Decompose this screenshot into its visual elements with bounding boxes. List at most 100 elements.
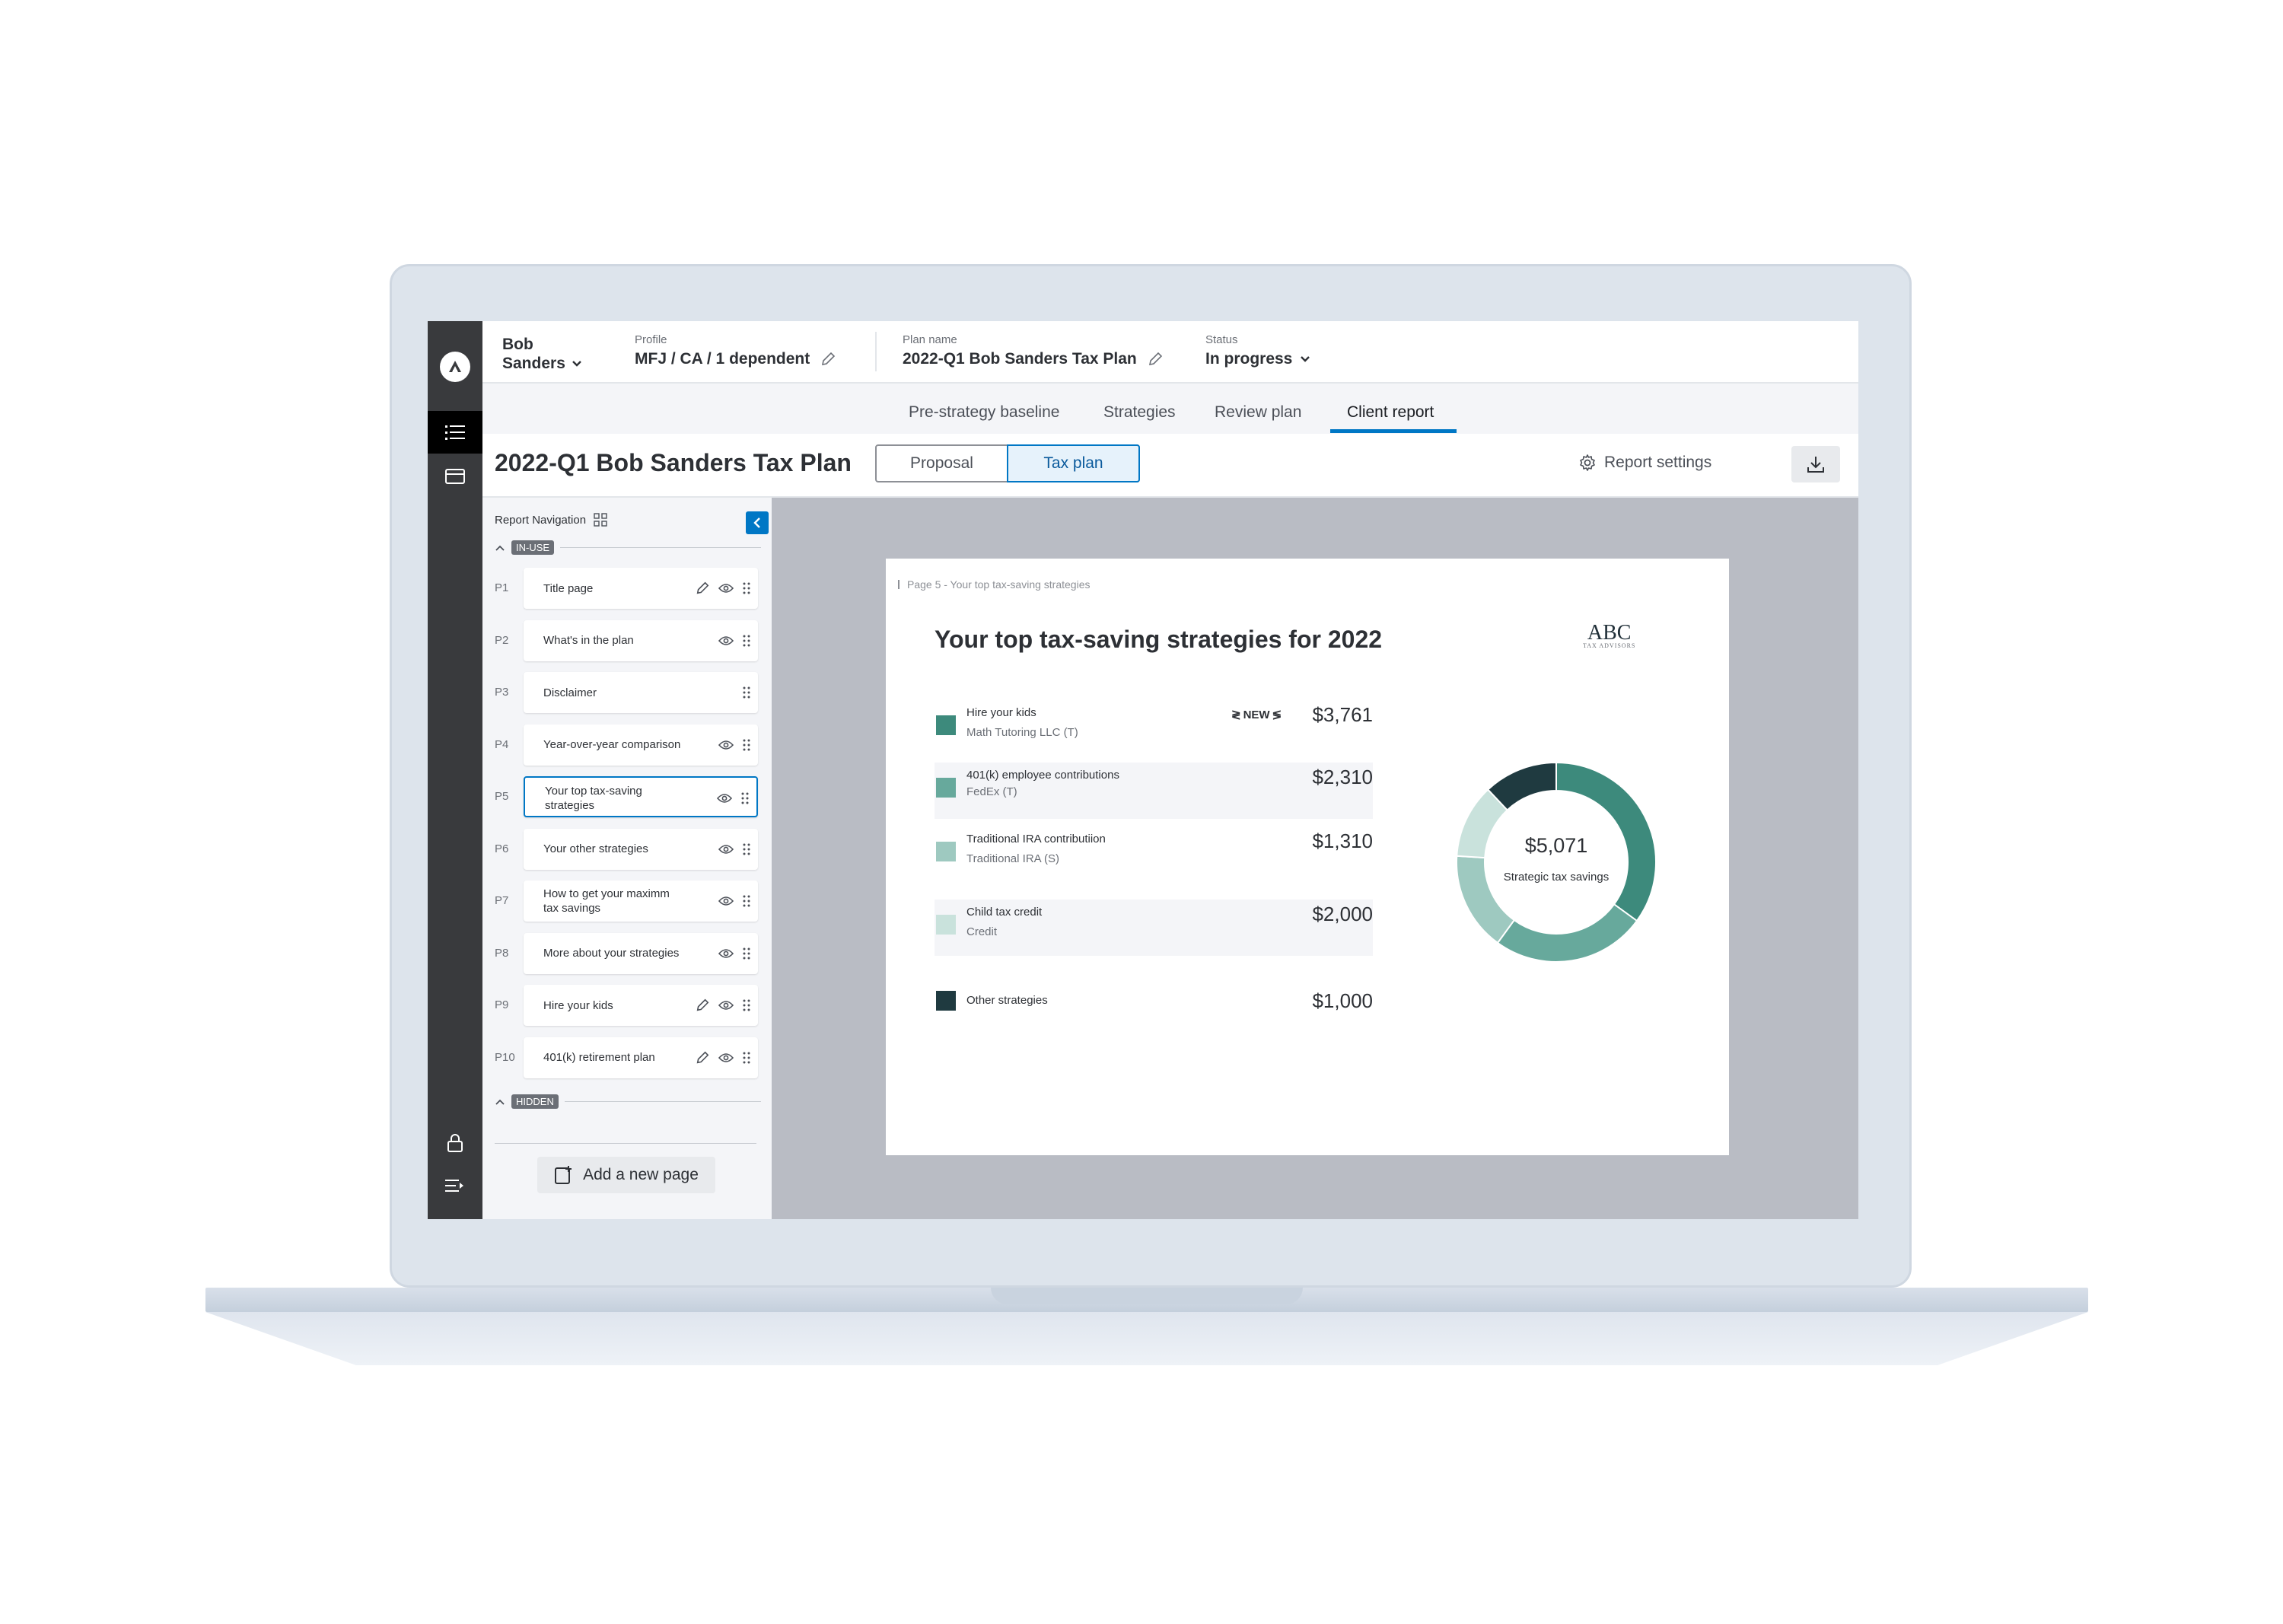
drag-handle-icon[interactable] — [743, 739, 750, 751]
page-card[interactable]: How to get your maximm tax savings — [524, 880, 758, 922]
eye-icon[interactable] — [718, 896, 734, 906]
profile-value: MFJ / CA / 1 dependent — [635, 350, 810, 368]
nav-page-row[interactable]: P8 More about your strategies — [495, 932, 769, 974]
page-title: 2022-Q1 Bob Sanders Tax Plan — [495, 449, 852, 476]
eye-icon[interactable] — [718, 844, 734, 855]
nav-page-row[interactable]: P7 How to get your maximm tax savings — [495, 880, 769, 922]
page-number: P9 — [495, 998, 509, 1011]
report-page-title: Your top tax-saving strategies for 2022 — [935, 626, 1383, 653]
strategy-row: 401(k) employee contributions FedEx (T) $2… — [935, 763, 1373, 819]
divider — [875, 332, 877, 371]
eye-icon[interactable] — [718, 635, 734, 646]
pencil-icon[interactable] — [696, 581, 709, 595]
pencil-icon[interactable] — [696, 1051, 709, 1065]
nav-page-row[interactable]: P4 Year-over-year comparison — [495, 724, 769, 766]
drag-handle-icon[interactable] — [743, 999, 750, 1011]
hidden-section[interactable]: HIDDEN — [495, 1094, 761, 1109]
grid-icon[interactable] — [594, 513, 607, 527]
nav-page-row[interactable]: P9 Hire your kids — [495, 985, 769, 1026]
in-use-badge: IN-USE — [511, 540, 555, 555]
proposal-option[interactable]: Proposal — [877, 446, 1007, 481]
nav-page-row[interactable]: P6 Your other strategies — [495, 828, 769, 870]
list-icon[interactable] — [428, 411, 482, 454]
drag-handle-icon[interactable] — [741, 792, 749, 804]
page-card-actions — [718, 880, 750, 922]
page-card[interactable]: More about your strategies — [524, 932, 758, 974]
nav-page-row[interactable]: P1 Title page — [495, 568, 769, 609]
drag-handle-icon[interactable] — [743, 1052, 750, 1064]
page-card[interactable]: Title page — [524, 568, 758, 609]
app-logo-icon[interactable] — [440, 352, 470, 382]
nav-page-row[interactable]: P5 Your top tax-saving strategies — [495, 776, 769, 817]
legend-swatch — [936, 778, 956, 798]
page-card[interactable]: Hire your kids — [524, 985, 758, 1026]
drag-handle-icon[interactable] — [743, 582, 750, 594]
page-number: P7 — [495, 894, 509, 907]
collapse-menu-icon[interactable] — [428, 1164, 482, 1207]
eye-icon[interactable] — [718, 948, 734, 959]
tab-review-plan[interactable]: Review plan — [1215, 403, 1301, 422]
drag-handle-icon[interactable] — [743, 895, 750, 907]
firm-logo: ABC TAX ADVISORS — [1583, 621, 1635, 649]
page-card[interactable]: 401(k) retirement plan — [524, 1036, 758, 1078]
client-selector[interactable]: Bob Sanders — [502, 335, 582, 373]
eye-icon[interactable] — [718, 583, 734, 594]
page-card[interactable]: What's in the plan — [524, 619, 758, 661]
status-field[interactable]: Status In progress — [1205, 333, 1310, 368]
collapse-panel-button[interactable] — [746, 511, 769, 534]
page-card-title: How to get your maximm tax savings — [543, 887, 670, 915]
status-label: Status — [1205, 333, 1238, 346]
pencil-icon[interactable] — [696, 998, 709, 1012]
drag-handle-icon[interactable] — [743, 947, 750, 960]
eye-icon[interactable] — [717, 793, 732, 804]
strategy-name: 401(k) employee contributions — [966, 769, 1119, 782]
profile-field: Profile MFJ / CA / 1 dependent — [635, 333, 836, 368]
tab-client-report[interactable]: Client report — [1347, 403, 1434, 422]
in-use-section[interactable]: IN-USE — [495, 540, 761, 555]
strategy-amount: $1,000 — [1312, 989, 1373, 1012]
tab-strategies[interactable]: Strategies — [1103, 403, 1176, 422]
card-icon[interactable] — [428, 455, 482, 498]
tab-pre-strategy-baseline[interactable]: Pre-strategy baseline — [909, 403, 1059, 422]
eye-icon[interactable] — [718, 1000, 734, 1011]
page-card[interactable]: Your top tax-saving strategies — [524, 776, 758, 817]
drag-handle-icon[interactable] — [743, 635, 750, 647]
pencil-icon[interactable] — [820, 352, 836, 367]
status-value: In progress — [1205, 350, 1293, 368]
chevron-down-icon — [1301, 356, 1310, 362]
drag-handle-icon[interactable] — [743, 843, 750, 855]
tax-plan-option[interactable]: Tax plan — [1007, 444, 1140, 482]
left-rail — [428, 321, 482, 1219]
eye-icon[interactable] — [718, 740, 734, 750]
top-bar: Bob Sanders Profile MFJ / CA / 1 depende… — [482, 321, 1858, 384]
hidden-badge: HIDDEN — [511, 1094, 559, 1109]
page-number: P10 — [495, 1050, 515, 1064]
report-preview: Page 5 - Your top tax-saving strategies … — [772, 498, 1858, 1219]
add-page-icon — [555, 1166, 572, 1184]
report-settings-label: Report settings — [1604, 454, 1712, 471]
report-header: 2022-Q1 Bob Sanders Tax Plan Proposal Ta… — [482, 434, 1858, 498]
page-number: P2 — [495, 633, 509, 647]
pencil-icon[interactable] — [1148, 352, 1163, 367]
download-button[interactable] — [1791, 446, 1840, 482]
eye-icon[interactable] — [718, 1052, 734, 1063]
add-page-button[interactable]: Add a new page — [537, 1157, 715, 1193]
plan-name-label: Plan name — [903, 333, 957, 346]
donut-label: Strategic tax savings — [1503, 871, 1610, 884]
strategy-name: Other strategies — [966, 994, 1048, 1007]
divider — [564, 1101, 761, 1102]
strategy-amount: $3,761 — [1312, 703, 1373, 726]
page-card[interactable]: Your other strategies — [524, 828, 758, 870]
page-card[interactable]: Disclaimer — [524, 672, 758, 713]
report-settings-button[interactable]: Report settings — [1578, 454, 1711, 472]
page-card-title: Disclaimer — [543, 686, 597, 699]
nav-page-row[interactable]: P3 Disclaimer — [495, 672, 769, 713]
nav-page-row[interactable]: P10 401(k) retirement plan — [495, 1036, 769, 1078]
page-number: P5 — [495, 790, 509, 803]
lock-icon[interactable] — [428, 1122, 482, 1164]
page-card[interactable]: Year-over-year comparison — [524, 724, 758, 766]
nav-page-row[interactable]: P2 What's in the plan — [495, 619, 769, 661]
drag-handle-icon[interactable] — [743, 686, 750, 699]
legend-swatch — [936, 842, 956, 861]
plan-name-value: 2022-Q1 Bob Sanders Tax Plan — [903, 350, 1137, 368]
